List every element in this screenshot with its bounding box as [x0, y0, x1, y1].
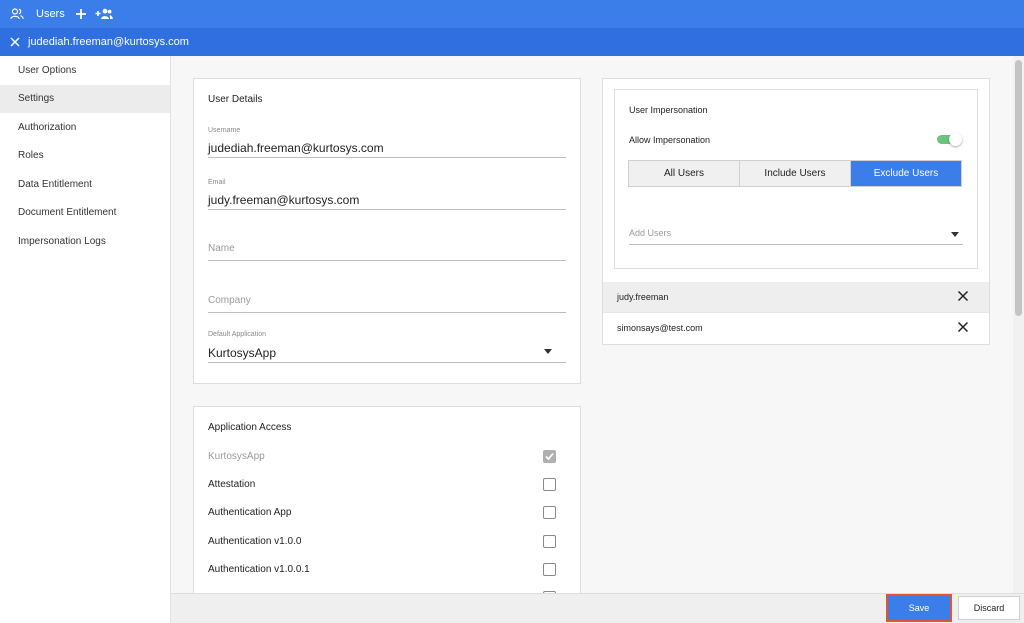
app-checkbox-attestation[interactable]	[543, 477, 556, 491]
application-access-card: Application Access KurtosysApp Attestati…	[193, 406, 581, 596]
top-bar: Users	[0, 0, 1024, 28]
sidebar-item-label: Data Entitlement	[18, 178, 92, 190]
app-row-kurtosysapp: KurtosysApp	[208, 442, 562, 470]
app-label: Attestation	[208, 478, 256, 490]
mode-all-users[interactable]: All Users	[629, 161, 740, 186]
app-checkbox-kurtosysapp[interactable]	[543, 449, 556, 463]
user-header-title: judediah.freeman@kurtosys.com	[28, 36, 189, 48]
sidebar-item-settings[interactable]: Settings	[0, 84, 170, 113]
application-access-title: Application Access	[208, 422, 292, 433]
app-row-authentication-v1001: Authentication v1.0.0.1	[208, 555, 562, 583]
list-item: simonsays@test.com	[603, 312, 989, 342]
user-details-title: User Details	[208, 94, 263, 105]
user-name: simonsays@test.com	[617, 322, 703, 333]
user-details-card: User Details Username judediah.freeman@k…	[193, 78, 581, 384]
app-label: Authentication v1.0.0	[208, 535, 302, 547]
mode-label: All Users	[663, 168, 704, 179]
email-value: judy.freeman@kurtosys.com	[208, 193, 360, 207]
remove-icon[interactable]	[957, 321, 969, 333]
company-placeholder: Company	[208, 295, 251, 306]
chevron-down-icon[interactable]	[544, 349, 552, 354]
check-icon	[545, 452, 554, 460]
app-checkbox-authentication-v1001[interactable]	[543, 562, 556, 576]
sidebar-item-label: Settings	[18, 93, 55, 105]
app-row-authentication-v100: Authentication v1.0.0	[208, 527, 562, 555]
username-label: Username	[208, 127, 241, 134]
sidebar-item-user-options[interactable]: User Options	[0, 56, 170, 85]
toggle-knob	[949, 133, 962, 146]
allow-impersonation-toggle[interactable]	[937, 133, 962, 146]
sidebar-item-roles[interactable]: Roles	[0, 142, 170, 171]
close-icon[interactable]	[10, 37, 20, 47]
sidebar-item-document-entitlement[interactable]: Document Entitlement	[0, 199, 170, 228]
sidebar-item-data-entitlement[interactable]: Data Entitlement	[0, 170, 170, 199]
name-field[interactable]: Name	[208, 237, 566, 261]
topbar-title[interactable]: Users	[36, 8, 65, 20]
remove-icon[interactable]	[957, 290, 969, 302]
username-field[interactable]: Username judediah.freeman@kurtosys.com	[208, 127, 566, 158]
add-user-group-icon[interactable]	[95, 8, 113, 20]
discard-button[interactable]: Discard	[958, 596, 1020, 620]
list-item: judy.freeman	[603, 282, 989, 312]
app-label: Authentication v1.0.0.1	[208, 563, 310, 575]
sidebar-item-label: User Options	[18, 64, 77, 76]
sidebar-item-authorization[interactable]: Authorization	[0, 113, 170, 142]
users-icon[interactable]	[10, 8, 24, 20]
mode-include-users[interactable]: Include Users	[740, 161, 851, 186]
sidebar-item-label: Authorization	[18, 121, 77, 133]
app-label: KurtosysApp	[208, 450, 265, 462]
add-icon[interactable]	[75, 8, 87, 20]
user-name: judy.freeman	[617, 292, 669, 302]
default-application-select[interactable]: Default Application KurtosysApp	[208, 331, 566, 363]
user-header-bar: judediah.freeman@kurtosys.com	[0, 28, 1024, 56]
scrollbar-thumb[interactable]	[1015, 60, 1022, 316]
app-row-attestation: Attestation	[208, 470, 562, 498]
default-application-value: KurtosysApp	[208, 346, 277, 360]
default-application-label: Default Application	[208, 331, 266, 338]
email-label: Email	[208, 179, 226, 186]
company-field[interactable]: Company	[208, 289, 566, 313]
username-value: judediah.freeman@kurtosys.com	[208, 141, 384, 155]
impersonation-mode-selector: All Users Include Users Exclude Users	[628, 160, 962, 187]
save-button[interactable]: Save	[886, 594, 952, 622]
app-checkbox-authentication-v100[interactable]	[543, 534, 556, 548]
app-row-authentication-app: Authentication App	[208, 498, 562, 526]
sidebar-item-label: Roles	[18, 150, 44, 162]
allow-impersonation-label: Allow Impersonation	[629, 135, 711, 145]
email-field[interactable]: Email judy.freeman@kurtosys.com	[208, 179, 566, 210]
add-users-select[interactable]: Add Users	[629, 221, 963, 245]
app-label: Authentication App	[208, 506, 292, 518]
mode-label: Exclude Users	[873, 168, 939, 179]
add-users-placeholder: Add Users	[629, 228, 672, 238]
name-placeholder: Name	[208, 243, 235, 254]
sidebar-item-label: Impersonation Logs	[18, 235, 106, 247]
impersonation-title: User Impersonation	[629, 105, 708, 115]
content-scrollbar[interactable]	[1013, 56, 1024, 593]
mode-label: Include Users	[764, 168, 826, 179]
mode-exclude-users[interactable]: Exclude Users	[851, 161, 961, 186]
sidebar: User Options Settings Authorization Role…	[0, 56, 171, 623]
chevron-down-icon[interactable]	[951, 232, 959, 237]
sidebar-item-impersonation-logs[interactable]: Impersonation Logs	[0, 227, 170, 256]
sidebar-item-label: Document Entitlement	[18, 207, 117, 219]
app-checkbox-authentication-app[interactable]	[543, 505, 556, 519]
